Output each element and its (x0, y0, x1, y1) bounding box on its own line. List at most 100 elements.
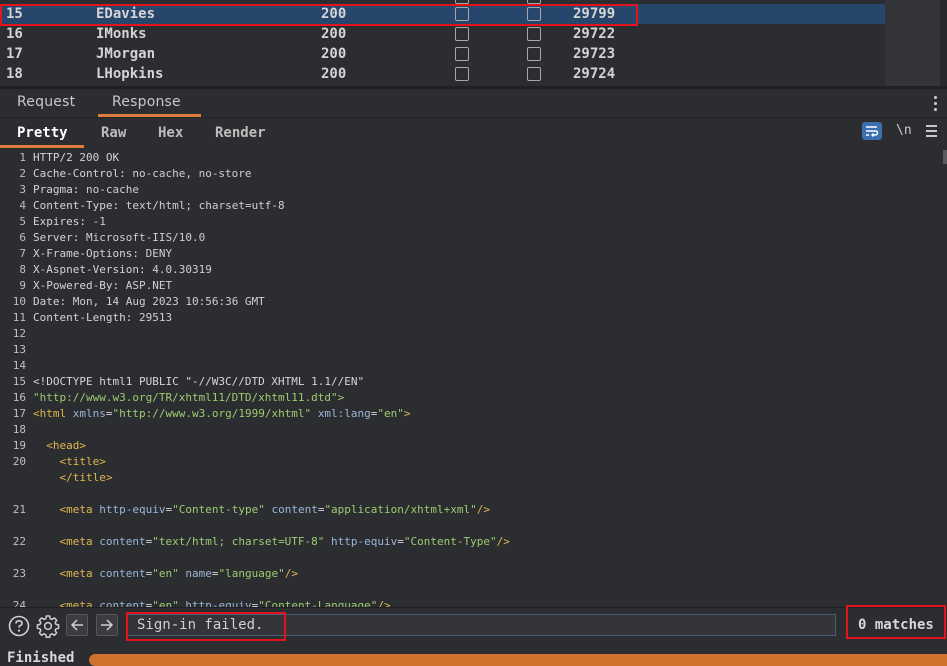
header-name: Cache-Control (33, 167, 120, 180)
code-line: "http://www.w3.org/TR/xhtml11/DTD/xhtml1… (33, 391, 344, 405)
line-number: 24 (12, 599, 26, 607)
results-scrollbar[interactable] (940, 0, 947, 86)
tab-render[interactable]: Render (215, 125, 266, 141)
checkbox-error[interactable] (455, 67, 469, 81)
header-value: DENY (145, 247, 173, 260)
next-match-button[interactable] (96, 614, 118, 636)
menu-icon[interactable] (926, 125, 937, 140)
html-attribute: name (185, 567, 212, 580)
tab-hex[interactable]: Hex (158, 125, 183, 141)
response-editor[interactable]: 1 HTTP/2 200 OK 2 Cache-Control: no-cache, … (0, 148, 943, 607)
checkbox-timeout[interactable] (527, 67, 541, 81)
table-row[interactable]: 16 IMonks 200 29722 (0, 24, 885, 44)
tag-end: > (403, 407, 411, 420)
html-tag: meta (66, 599, 93, 607)
line-number: 23 (12, 567, 26, 580)
line-number: 17 (12, 407, 26, 420)
line-number: 8 (19, 263, 26, 276)
code-line: Cache-Control: no-cache, no-store (33, 167, 252, 180)
line-number: 1 (19, 151, 26, 164)
html-attribute: content (99, 535, 146, 548)
tab-raw[interactable]: Raw (101, 125, 126, 141)
newline-icon[interactable]: \n (896, 123, 912, 138)
header-value: -1 (92, 215, 106, 228)
line-number: 15 (12, 375, 26, 388)
code-line: Content-Length: 29513 (33, 311, 173, 324)
gear-icon[interactable] (36, 614, 60, 638)
tab-response[interactable]: Response (112, 93, 181, 111)
highlight-box-search-term (126, 612, 286, 641)
checkbox-error[interactable] (455, 47, 469, 61)
tag-end: > (79, 439, 86, 452)
row-payload: IMonks (96, 26, 147, 42)
attribute-value: "Content-type" (172, 503, 265, 516)
line-number: 3 (19, 183, 26, 196)
line-number: 20 (12, 455, 26, 468)
header-value: ASP.NET (125, 279, 173, 292)
code-line: Pragma: no-cache (33, 183, 139, 196)
row-length: 29724 (573, 66, 616, 82)
code-line: <meta http-equiv="Content-type" content=… (59, 503, 491, 516)
code-line: <!DOCTYPE html1 PUBLIC "-//W3C//DTD XHTM… (33, 375, 364, 389)
html-tag: meta (66, 535, 93, 548)
code-line: Expires: -1 (33, 215, 106, 228)
header-name: Content-Type (33, 199, 113, 212)
table-row[interactable]: 17 JMorgan 200 29723 (0, 44, 885, 64)
line-number: 22 (12, 535, 26, 548)
code-line: </title> (59, 471, 113, 484)
row-status-code: 200 (321, 66, 347, 82)
html-attribute: content (99, 599, 146, 607)
arrow-right-icon (101, 619, 114, 631)
tag-end: /> (476, 503, 491, 516)
progress-bar-fill (89, 654, 947, 666)
html-attribute: xml:lang (317, 407, 371, 420)
tab-pretty[interactable]: Pretty (17, 125, 68, 141)
row-payload: JMorgan (96, 46, 156, 62)
row-payload: LHopkins (96, 66, 164, 82)
checkbox-timeout[interactable] (527, 47, 541, 61)
html-attribute: http-equiv (331, 535, 398, 548)
html-tag: html (39, 407, 67, 420)
header-value: Microsoft-IIS/10.0 (86, 231, 206, 244)
line-number: 14 (12, 359, 26, 372)
checkbox-timeout[interactable] (527, 27, 541, 41)
header-value: Mon, 14 Aug 2023 10:56:36 GMT (72, 295, 265, 308)
line-number: 19 (12, 439, 26, 452)
row-status-code: 200 (321, 26, 347, 42)
line-number: 6 (19, 231, 26, 244)
line-number: 10 (12, 295, 26, 308)
help-icon[interactable] (8, 615, 30, 637)
wrap-lines-icon[interactable] (862, 122, 882, 140)
doctype-text: "http://www.w3.org/TR/xhtml11/DTD/xhtml1… (33, 391, 345, 404)
tag-end: /> (284, 567, 298, 580)
html-tag: meta (66, 567, 93, 580)
line-number: 2 (19, 167, 26, 180)
kebab-menu-icon[interactable] (934, 96, 938, 112)
tag-end: > (99, 455, 106, 468)
checkbox-error[interactable] (455, 27, 469, 41)
code-line: X-Aspnet-Version: 4.0.30319 (33, 263, 212, 276)
line-number: 4 (19, 199, 26, 212)
header-name: Pragma (33, 183, 73, 196)
table-row[interactable]: 18 LHopkins 200 29724 (0, 64, 885, 84)
html-attribute: http-equiv (185, 599, 252, 607)
line-number: 11 (12, 311, 26, 324)
header-value: no-cache (86, 183, 139, 196)
editor-scrollbar[interactable] (943, 148, 947, 607)
attribute-value: "text/html; charset=UTF-8" (152, 535, 325, 548)
tab-request[interactable]: Request (17, 93, 75, 111)
html-tag: title (72, 471, 106, 484)
code-line: Content-Type: text/html; charset=utf-8 (33, 199, 285, 212)
row-length: 29722 (573, 26, 616, 42)
previous-match-button[interactable] (66, 614, 88, 636)
highlight-box-match-count (846, 605, 946, 639)
row-number: 18 (6, 66, 23, 82)
code-line: <html xmlns="http://www.w3.org/1999/xhtm… (33, 407, 411, 420)
results-column-blank (885, 0, 940, 86)
code-line: <meta content="en" http-equiv="Content-L… (33, 599, 391, 607)
row-number: 16 (6, 26, 23, 42)
line-number: 5 (19, 215, 26, 228)
code-line: X-Powered-By: ASP.NET (33, 279, 173, 292)
header-value: 4.0.30319 (152, 263, 212, 276)
code-line: <meta content="text/html; charset=UTF-8"… (59, 535, 510, 548)
